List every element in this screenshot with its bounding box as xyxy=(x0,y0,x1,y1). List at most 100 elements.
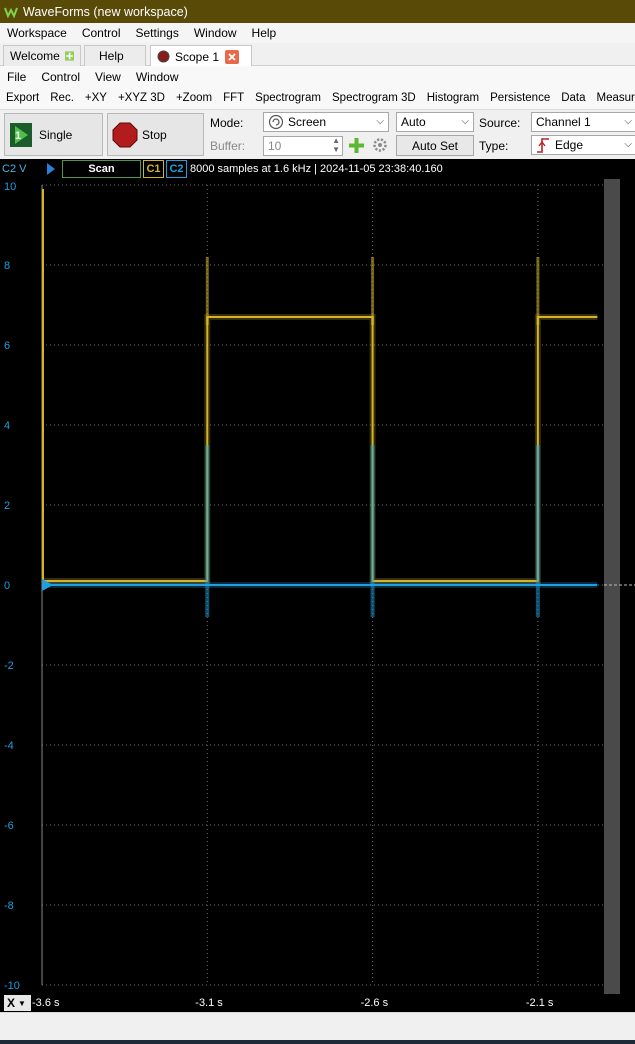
rising-edge-icon xyxy=(537,137,549,153)
buffer-value: 10 xyxy=(268,139,282,153)
toolbar-add-xy[interactable]: +XY xyxy=(79,92,112,104)
y-tick-label: -4 xyxy=(4,740,14,752)
trigger-mode-select[interactable]: Auto ⌵ xyxy=(396,112,474,132)
buffer-spinbox[interactable]: 10 ▲ ▼ xyxy=(263,136,343,156)
chevron-down-icon: ⌵ xyxy=(376,116,384,127)
plot-scroll-strip xyxy=(604,179,620,994)
single-button[interactable]: 1 Single xyxy=(4,113,103,156)
x-tick-label: -2.6 s xyxy=(360,997,389,1009)
mode-select[interactable]: Screen ⌵ xyxy=(263,112,389,132)
close-tab-icon[interactable] xyxy=(225,49,240,64)
main-menu-bar: Workspace Control Settings Window Help xyxy=(0,23,635,43)
channel-1-toggle[interactable]: C1 xyxy=(143,160,164,178)
toolbar-add-zoom[interactable]: +Zoom xyxy=(170,92,217,104)
y-tick-label: -10 xyxy=(4,980,20,992)
menu-window[interactable]: Window xyxy=(187,26,245,40)
x-axis-label: X xyxy=(7,996,16,1010)
channel-2-toggle[interactable]: C2 xyxy=(166,160,187,178)
trigger-type-select[interactable]: Edge ⌵ xyxy=(531,135,635,155)
scope-menu-bar: File Control View Window xyxy=(0,66,635,87)
source-label: Source: xyxy=(479,116,521,130)
trigger-mode-value: Auto xyxy=(401,115,426,129)
tab-welcome-label: Welcome xyxy=(10,49,60,63)
scope-plot[interactable]: 10 8 6 4 2 0 -2 -4 -6 -8 -10 xyxy=(0,179,635,994)
trigger-type-value: Edge xyxy=(555,138,584,152)
tab-help[interactable]: Help xyxy=(84,45,146,66)
window-title: WaveForms (new workspace) xyxy=(23,4,188,19)
stop-button[interactable]: Stop xyxy=(107,113,204,156)
y-tick-label: 2 xyxy=(4,500,10,512)
acquisition-status: 8000 samples at 1.6 kHz | 2024-11-05 23:… xyxy=(190,163,443,175)
c2-label: C2 xyxy=(169,163,184,175)
menu-workspace[interactable]: Workspace xyxy=(0,26,75,40)
x-axis-bar: X ▼ -3.6 s -3.1 s -2.6 s -2.1 s xyxy=(0,994,635,1012)
toolbar-export[interactable]: Export xyxy=(0,92,44,104)
y-tick-label: 4 xyxy=(4,420,10,432)
trigger-source-select[interactable]: Channel 1 ⌵ xyxy=(531,112,635,132)
mode-value: Screen xyxy=(288,115,327,129)
series-line-c1 xyxy=(42,316,598,582)
x-tick-label: -3.1 s xyxy=(195,997,223,1009)
toolbar-rec[interactable]: Rec. xyxy=(44,92,79,104)
add-instrument-icon[interactable] xyxy=(64,49,74,63)
y-tick-label: -8 xyxy=(4,900,14,912)
scope-plot-svg[interactable]: 10 8 6 4 2 0 -2 -4 -6 -8 -10 xyxy=(0,179,635,994)
mode-label: Mode: xyxy=(210,116,244,130)
y-tick-label: 10 xyxy=(4,181,16,193)
os-taskbar xyxy=(0,1040,635,1044)
tab-scope-1[interactable]: Scope 1 xyxy=(150,45,252,67)
acquisition-controls: 1 Single Stop Mode: Screen ⌵ Buffer: 10 … xyxy=(0,109,635,159)
series-glow-c1 xyxy=(42,314,598,584)
toolbar-spectrogram-3d[interactable]: Spectrogram 3D xyxy=(326,92,421,104)
type-label: Type: xyxy=(479,139,509,153)
toolbar-measurements[interactable]: Measuren xyxy=(591,92,635,104)
y-tick-label: -2 xyxy=(4,660,14,672)
toolbar-spectrogram[interactable]: Spectrogram xyxy=(249,92,326,104)
scope-status-icon xyxy=(157,50,170,63)
stop-button-label: Stop xyxy=(142,127,167,142)
toolbar-persistence[interactable]: Persistence xyxy=(484,92,555,104)
scope-menu-control[interactable]: Control xyxy=(34,70,88,84)
scope-toolbar: Export Rec. +XY +XYZ 3D +Zoom FFT Spectr… xyxy=(0,87,635,109)
waveforms-logo-icon xyxy=(4,7,18,18)
menu-settings[interactable]: Settings xyxy=(129,26,187,40)
scope-menu-view[interactable]: View xyxy=(88,70,129,84)
chevron-down-icon: ⌵ xyxy=(624,116,632,127)
chevron-down-icon: ▼ xyxy=(18,998,26,1008)
x-tick-label: -3.6 s xyxy=(32,997,60,1009)
toolbar-add-xyz-3d[interactable]: +XYZ 3D xyxy=(112,92,170,104)
title-bar: WaveForms (new workspace) xyxy=(0,0,635,23)
buffer-label: Buffer: xyxy=(210,139,246,153)
single-run-icon: 1 xyxy=(10,122,32,147)
autoset-button[interactable]: Auto Set xyxy=(396,135,474,156)
trigger-source-value: Channel 1 xyxy=(536,115,591,129)
tab-scope-label: Scope 1 xyxy=(175,49,220,64)
scan-mode-button[interactable]: Scan xyxy=(62,160,141,178)
chevron-down-icon: ⌵ xyxy=(461,116,469,127)
toolbar-data[interactable]: Data xyxy=(555,92,590,104)
autoset-label: Auto Set xyxy=(411,138,459,153)
buffer-settings-gear-icon[interactable] xyxy=(372,137,388,153)
toolbar-histogram[interactable]: Histogram xyxy=(421,92,484,104)
scope-menu-window[interactable]: Window xyxy=(129,70,187,84)
x-axis-selector[interactable]: X ▼ xyxy=(4,995,31,1011)
add-buffer-icon[interactable] xyxy=(348,137,365,154)
tab-welcome[interactable]: Welcome xyxy=(3,45,81,66)
chevron-down-icon: ⌵ xyxy=(624,139,632,150)
y-tick-label: 8 xyxy=(4,260,10,272)
scan-mode-label: Scan xyxy=(88,163,115,175)
trigger-position-icon[interactable] xyxy=(46,162,56,176)
scope-menu-file[interactable]: File xyxy=(0,70,34,84)
tab-help-label: Help xyxy=(99,49,124,63)
screen-mode-icon xyxy=(268,114,284,130)
single-button-label: Single xyxy=(39,127,73,142)
y-tick-label: 0 xyxy=(4,580,10,592)
menu-control[interactable]: Control xyxy=(75,26,129,40)
menu-help[interactable]: Help xyxy=(245,26,285,40)
spin-arrows-icon[interactable]: ▲ ▼ xyxy=(332,136,340,154)
axis-channel-label: C2 V xyxy=(2,163,27,175)
x-tick-label: -2.1 s xyxy=(525,997,554,1009)
scope-info-bar: C2 V Scan C1 C2 8000 samples at 1.6 kHz … xyxy=(0,159,635,179)
c1-label: C1 xyxy=(146,163,161,175)
toolbar-fft[interactable]: FFT xyxy=(217,92,249,104)
